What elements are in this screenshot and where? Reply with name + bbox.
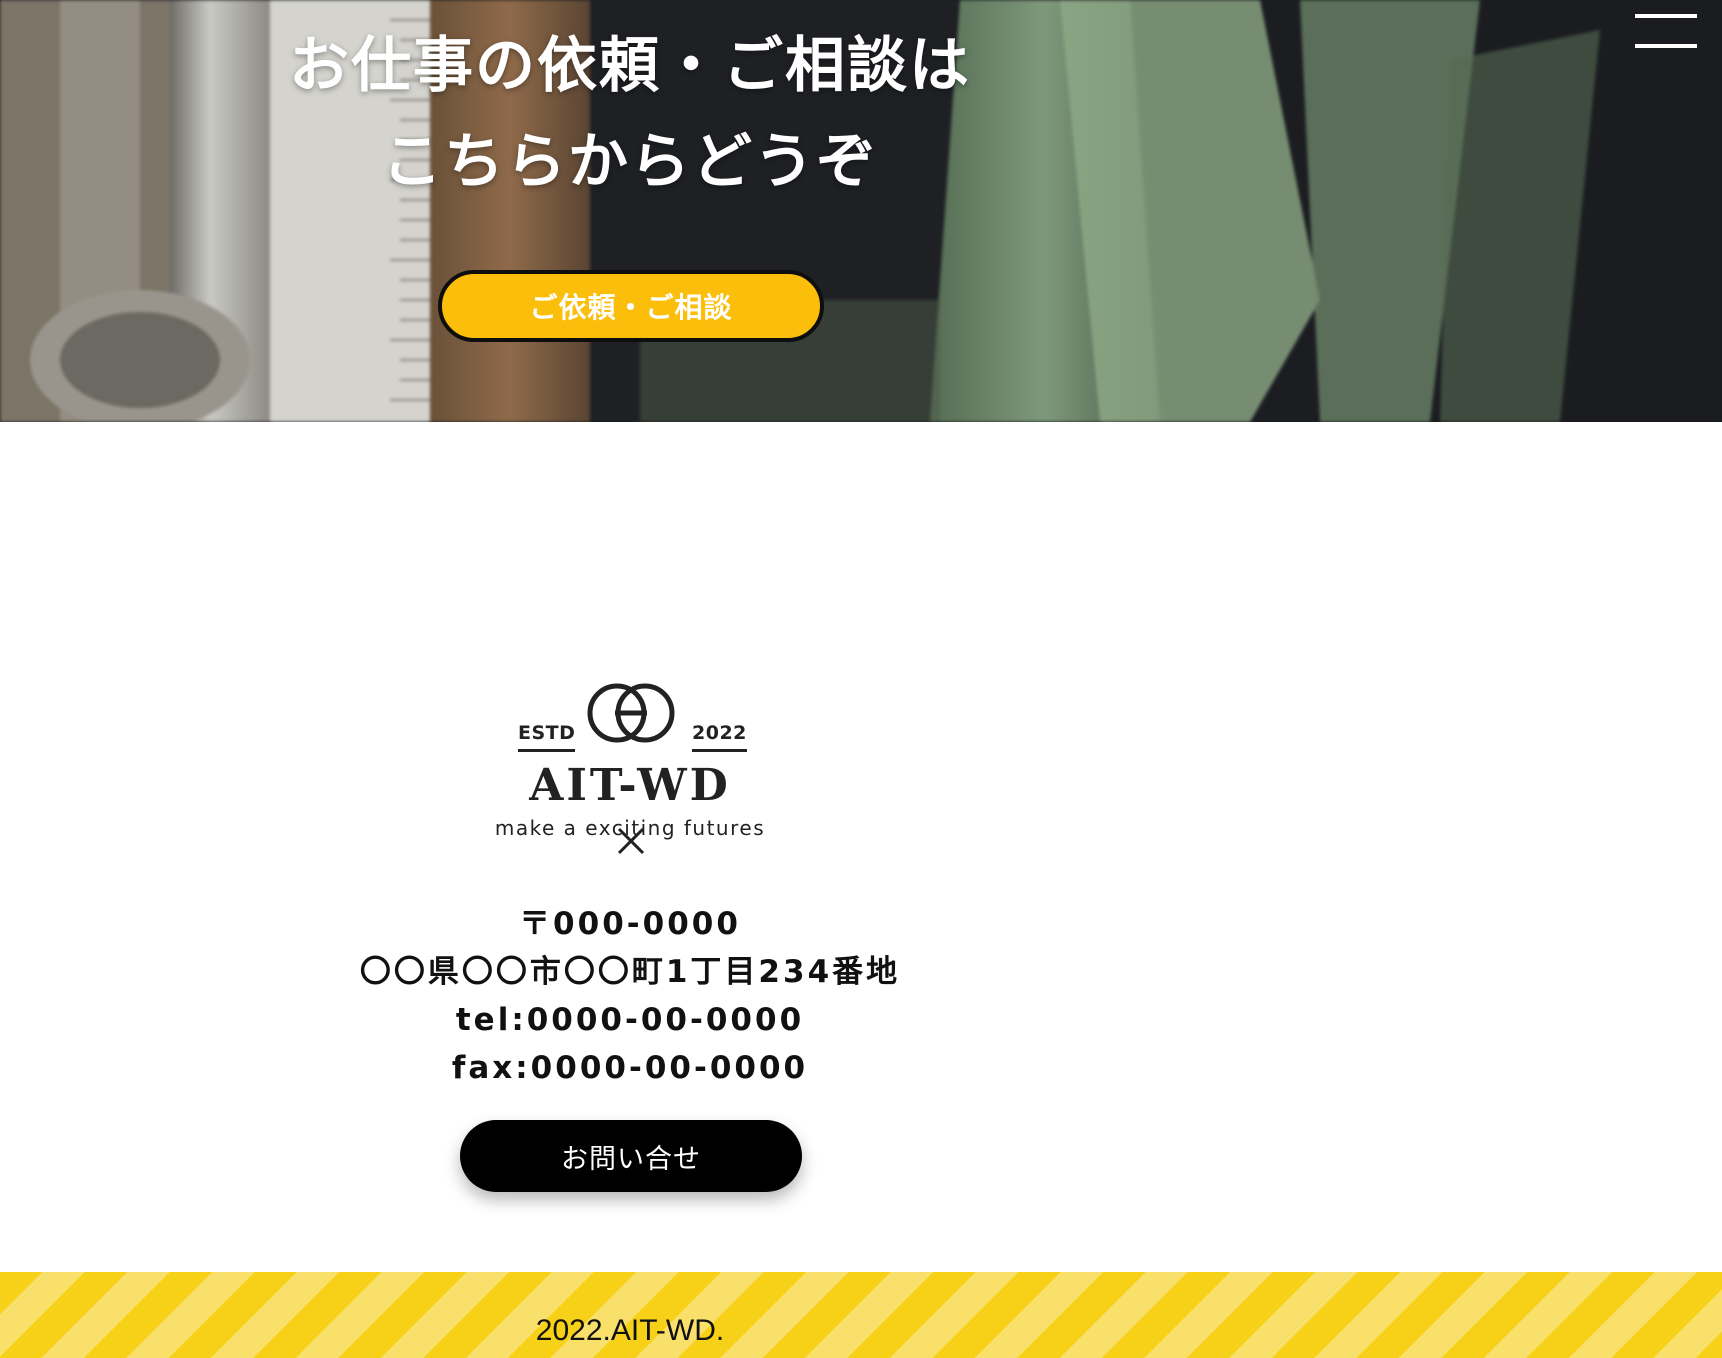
menu-bar-bottom xyxy=(1635,44,1697,48)
street-address: 〇〇県〇〇市〇〇町1丁目234番地 xyxy=(359,954,901,990)
logo-estd-label: ESTD xyxy=(518,722,576,752)
logo-company-name: AIT-WD xyxy=(529,760,731,811)
hero-title-line-1: お仕事の依頼・ご相談は xyxy=(289,31,971,101)
postal-code: 〒000-0000 xyxy=(519,906,741,942)
telephone-number: tel:0000-00-0000 xyxy=(455,1002,805,1038)
inquiry-button[interactable]: お問い合せ xyxy=(460,1120,802,1192)
company-logo: ESTD 2022 AIT-WD make a exciting futures xyxy=(480,670,780,850)
fax-number: fax:0000-00-0000 xyxy=(451,1050,809,1086)
company-info-section: ESTD 2022 AIT-WD make a exciting futures… xyxy=(0,422,1722,1272)
footer: 2022.AIT-WD. xyxy=(0,1272,1722,1358)
consult-button[interactable]: ご依頼・ご相談 xyxy=(438,270,824,342)
cross-icon xyxy=(617,827,645,855)
logo-year-label: 2022 xyxy=(692,722,747,752)
menu-bar-top xyxy=(1635,14,1697,18)
company-address-block: 〒000-0000 〇〇県〇〇市〇〇町1丁目234番地 tel:0000-00-… xyxy=(330,900,930,1092)
footer-copyright: 2022.AIT-WD. xyxy=(535,1314,725,1347)
hero-title: お仕事の依頼・ご相談は こちらからどうぞ xyxy=(230,18,1030,210)
logo-mark-icon xyxy=(587,683,675,743)
hero-section: お仕事の依頼・ご相談は こちらからどうぞ ご依頼・ご相談 xyxy=(0,0,1722,422)
hero-title-line-2: こちらからどうぞ xyxy=(382,127,878,197)
hamburger-menu-icon[interactable] xyxy=(1635,14,1697,50)
